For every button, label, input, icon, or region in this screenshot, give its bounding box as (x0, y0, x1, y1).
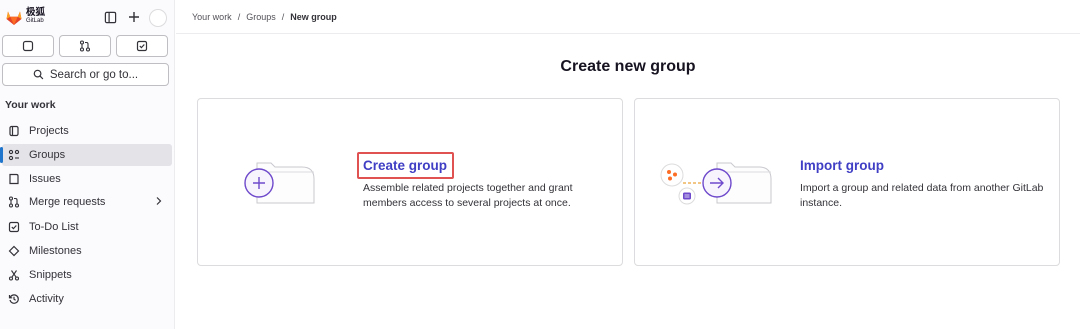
sidebar-item-projects[interactable]: Projects (2, 120, 172, 142)
issues-icon (7, 172, 21, 186)
breadcrumb-new-group[interactable]: New group (290, 12, 337, 22)
import-group-description: Import a group and related data from ano… (800, 182, 1044, 209)
search-icon (33, 69, 44, 80)
chevron-right-icon[interactable] (154, 195, 164, 210)
plus-icon[interactable] (127, 10, 141, 24)
todo-icon (7, 220, 21, 234)
avatar[interactable] (149, 9, 167, 27)
issues-icon (22, 40, 34, 52)
sidebar-item-label: Projects (29, 125, 69, 137)
sidebar-item-snippets[interactable]: Snippets (2, 264, 172, 286)
sidebar-item-activity[interactable]: Activity (2, 288, 172, 310)
section-title-your-work: Your work (5, 99, 56, 111)
todo-icon (136, 40, 148, 52)
milestone-icon (7, 244, 21, 258)
header-divider (176, 33, 1080, 34)
sidebar-item-merge-requests[interactable]: Merge requests (2, 191, 172, 213)
group-icon (7, 148, 21, 162)
todo-quick-button[interactable] (116, 35, 168, 57)
breadcrumb-your-work[interactable]: Your work (192, 12, 232, 22)
sidebar-item-label: Merge requests (29, 196, 106, 208)
merge-request-icon (7, 195, 21, 209)
create-group-card[interactable]: Create group Assemble related projects t… (197, 98, 623, 266)
sidebar-item-todo-list[interactable]: To-Do List (2, 216, 172, 238)
sidebar-item-label: To-Do List (29, 221, 79, 233)
import-illustration-icon (660, 162, 772, 205)
breadcrumb-separator: / (281, 12, 285, 22)
history-icon (7, 292, 21, 306)
issues-quick-button[interactable] (2, 35, 54, 57)
merge-request-icon (79, 40, 91, 52)
search-button[interactable]: Search or go to... (2, 63, 169, 86)
sidebar-item-groups[interactable]: Groups (0, 144, 172, 166)
merge-requests-quick-button[interactable] (59, 35, 111, 57)
sidebar-item-milestones[interactable]: Milestones (2, 240, 172, 262)
create-group-highlight (357, 152, 454, 179)
snippet-icon (7, 268, 21, 282)
sidebar-item-label: Snippets (29, 269, 72, 281)
sidebar: 极狐 GitLab Search or go to... Your work P… (0, 0, 175, 329)
search-label: Search or go to... (49, 68, 139, 81)
sidebar-toggle-icon[interactable] (103, 10, 117, 24)
sidebar-item-label: Groups (29, 149, 66, 161)
sidebar-item-issues[interactable]: Issues (2, 168, 172, 190)
breadcrumb-separator: / (237, 12, 241, 22)
project-icon (7, 124, 21, 138)
import-group-card[interactable]: Import group Import a group and related … (634, 98, 1060, 266)
page-title: Create new group (560, 58, 696, 75)
folder-plus-illustration-icon (244, 162, 315, 204)
gitlab-fox-icon (6, 11, 22, 25)
logo-text-cn: 极狐 (26, 7, 46, 18)
sidebar-item-label: Milestones (29, 245, 82, 257)
create-group-description: Assemble related projects together and g… (363, 182, 573, 209)
sidebar-item-label: Issues (29, 173, 61, 185)
logo-text-en: GitLab (26, 18, 44, 24)
import-group-title[interactable]: Import group (800, 158, 884, 173)
gitlab-logo[interactable]: 极狐 GitLab (5, 8, 45, 26)
breadcrumb: Your work / Groups / New group (192, 12, 337, 22)
breadcrumb-groups[interactable]: Groups (246, 12, 276, 22)
sidebar-item-label: Activity (29, 293, 64, 305)
